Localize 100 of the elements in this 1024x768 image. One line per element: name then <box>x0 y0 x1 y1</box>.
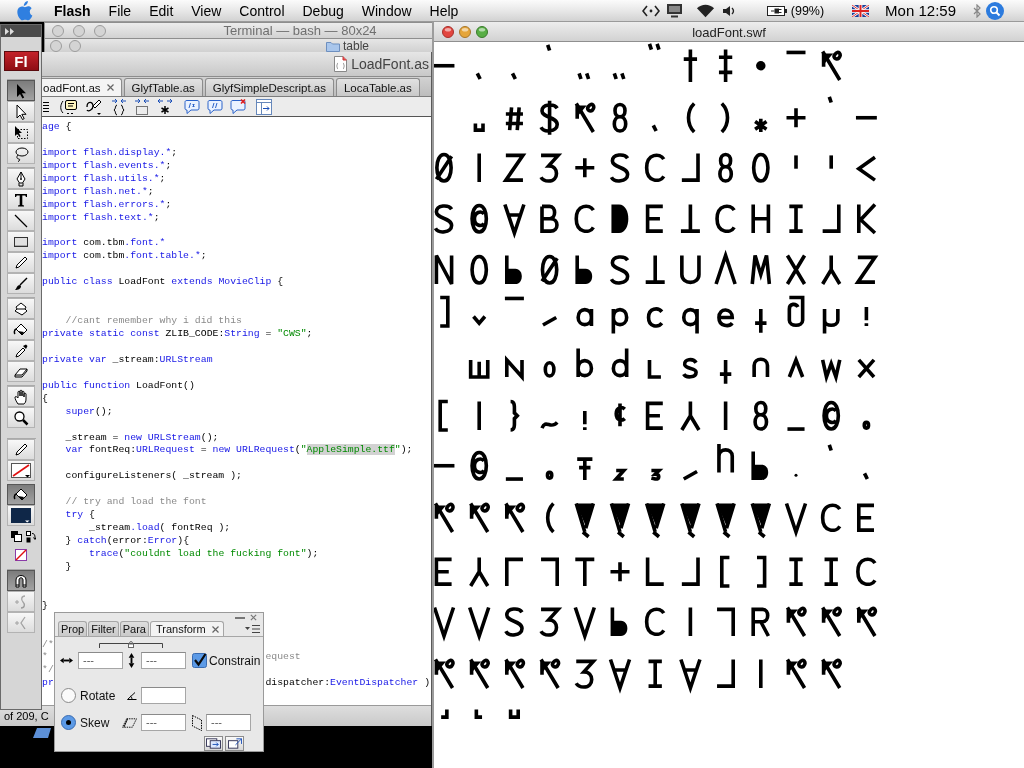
minimize-icon[interactable] <box>235 616 245 619</box>
swap-colors-icon[interactable] <box>25 530 36 543</box>
battery-level: (99%) <box>790 3 825 18</box>
tool-button[interactable] <box>7 340 35 361</box>
code-line: try { <box>65 509 95 523</box>
minimize-icon[interactable] <box>459 25 471 38</box>
flag-icon[interactable] <box>852 4 870 17</box>
menu-clock[interactable]: Mon 12:59 <box>885 2 956 19</box>
tool-button[interactable] <box>7 80 35 101</box>
tool-button[interactable] <box>7 570 35 591</box>
menu-item[interactable]: Edit <box>140 0 183 21</box>
radio-button[interactable] <box>61 715 76 730</box>
pencil-icon <box>12 441 29 458</box>
line-icon <box>13 212 29 229</box>
hand-icon <box>13 388 29 405</box>
code-line: // try and load the font <box>65 496 207 510</box>
tool-button[interactable] <box>7 298 35 319</box>
tool-button[interactable] <box>7 231 35 252</box>
color-swatch[interactable] <box>6 460 35 481</box>
code-line: pr <box>42 677 54 691</box>
file-tab[interactable]: GlyfTable.as <box>123 78 203 96</box>
list-icon[interactable] <box>43 99 49 114</box>
panel-tab[interactable]: Filter <box>88 621 119 636</box>
apple-icon[interactable] <box>14 0 33 21</box>
tool-button[interactable] <box>7 407 35 428</box>
app-menu[interactable]: Flash <box>45 0 100 21</box>
panel-tab[interactable]: Transform <box>149 621 224 636</box>
code-text: equest <box>265 651 301 665</box>
file-tab[interactable]: GlyfSimpleDescript.as <box>204 78 334 96</box>
tool-button[interactable] <box>7 101 35 122</box>
tool-button[interactable] <box>7 168 35 189</box>
display-icon[interactable] <box>665 3 683 18</box>
width-field[interactable]: --- <box>78 652 123 669</box>
menu-item[interactable]: View <box>182 0 231 21</box>
copy-transform-button[interactable] <box>204 736 223 751</box>
default-colors-icon[interactable] <box>10 531 22 542</box>
code-line: import flash.net.*; <box>42 185 154 199</box>
tool-button[interactable] <box>7 189 35 210</box>
height-field[interactable]: --- <box>141 652 186 669</box>
radio-button[interactable] <box>61 688 76 703</box>
angle-field[interactable] <box>141 687 186 704</box>
asterisk-icon[interactable] <box>157 97 173 116</box>
close-icon[interactable] <box>442 25 454 38</box>
tool-button[interactable] <box>7 361 35 382</box>
tool-button[interactable] <box>7 386 35 407</box>
tool-button[interactable] <box>6 484 35 505</box>
line-comment-icon[interactable] <box>207 98 223 115</box>
volume-icon[interactable] <box>721 4 736 17</box>
copy-icon <box>206 738 221 749</box>
panel-tab[interactable]: Prop <box>58 621 88 636</box>
menu-item[interactable]: Help <box>420 0 468 21</box>
menu-item[interactable]: Window <box>352 0 421 21</box>
close-icon[interactable] <box>106 84 114 91</box>
window-title: LoadFont.as <box>351 56 429 72</box>
reset-button[interactable] <box>225 736 244 751</box>
subselect-arrow-icon <box>13 103 29 120</box>
dotted-box-icon[interactable] <box>134 97 150 116</box>
braces-icon[interactable] <box>111 97 127 116</box>
file-tab[interactable]: oadFont.as <box>42 78 122 96</box>
pen-icon[interactable] <box>85 97 103 116</box>
checkbox[interactable] <box>192 653 207 668</box>
skew-field[interactable]: --- <box>141 714 186 731</box>
remove-comment-icon[interactable] <box>230 98 246 115</box>
double-arrow-icon[interactable] <box>5 27 14 35</box>
window-title: table <box>343 39 369 53</box>
lasso-icon <box>13 145 29 162</box>
dock-icon[interactable] <box>33 728 51 738</box>
wifi-icon[interactable] <box>695 3 715 18</box>
close-icon[interactable] <box>211 625 219 633</box>
menu-item[interactable]: Control <box>230 0 294 21</box>
transform-icon <box>13 124 29 141</box>
no-color-icon <box>10 463 31 478</box>
tool-button[interactable] <box>7 319 35 340</box>
menu-item[interactable]: Debug <box>293 0 353 21</box>
panel-icon[interactable] <box>256 98 272 115</box>
pencil-icon <box>13 254 29 271</box>
panel-menu-icon[interactable] <box>244 623 260 634</box>
block-comment-icon[interactable] <box>184 98 200 115</box>
no-color-icon[interactable] <box>15 549 27 561</box>
maximize-icon[interactable] <box>476 25 488 38</box>
speech-bubble-icon[interactable] <box>60 98 77 115</box>
tool-button[interactable] <box>6 439 35 460</box>
battery-icon[interactable] <box>766 4 787 17</box>
brackets-icon[interactable] <box>641 4 660 17</box>
skew-horizontal-icon <box>122 717 137 728</box>
search-icon[interactable] <box>986 1 1004 20</box>
code-line: trace("couldnt load the fucking font"); <box>89 547 319 561</box>
close-icon[interactable] <box>250 614 257 621</box>
tool-button[interactable] <box>7 143 35 164</box>
panel-tab[interactable]: Para <box>119 621 149 636</box>
bluetooth-icon[interactable] <box>973 3 981 18</box>
angle-icon <box>127 691 137 700</box>
skew-field[interactable]: --- <box>206 714 251 731</box>
tool-button[interactable] <box>7 273 35 294</box>
tool-button[interactable] <box>7 252 35 273</box>
lock-bracket-icon[interactable] <box>99 641 163 648</box>
file-tab[interactable]: LocaTable.as <box>335 78 420 96</box>
menu-item[interactable]: File <box>99 0 141 21</box>
checkbox-label: Constrain <box>209 653 261 668</box>
tool-button[interactable] <box>7 122 35 143</box>
